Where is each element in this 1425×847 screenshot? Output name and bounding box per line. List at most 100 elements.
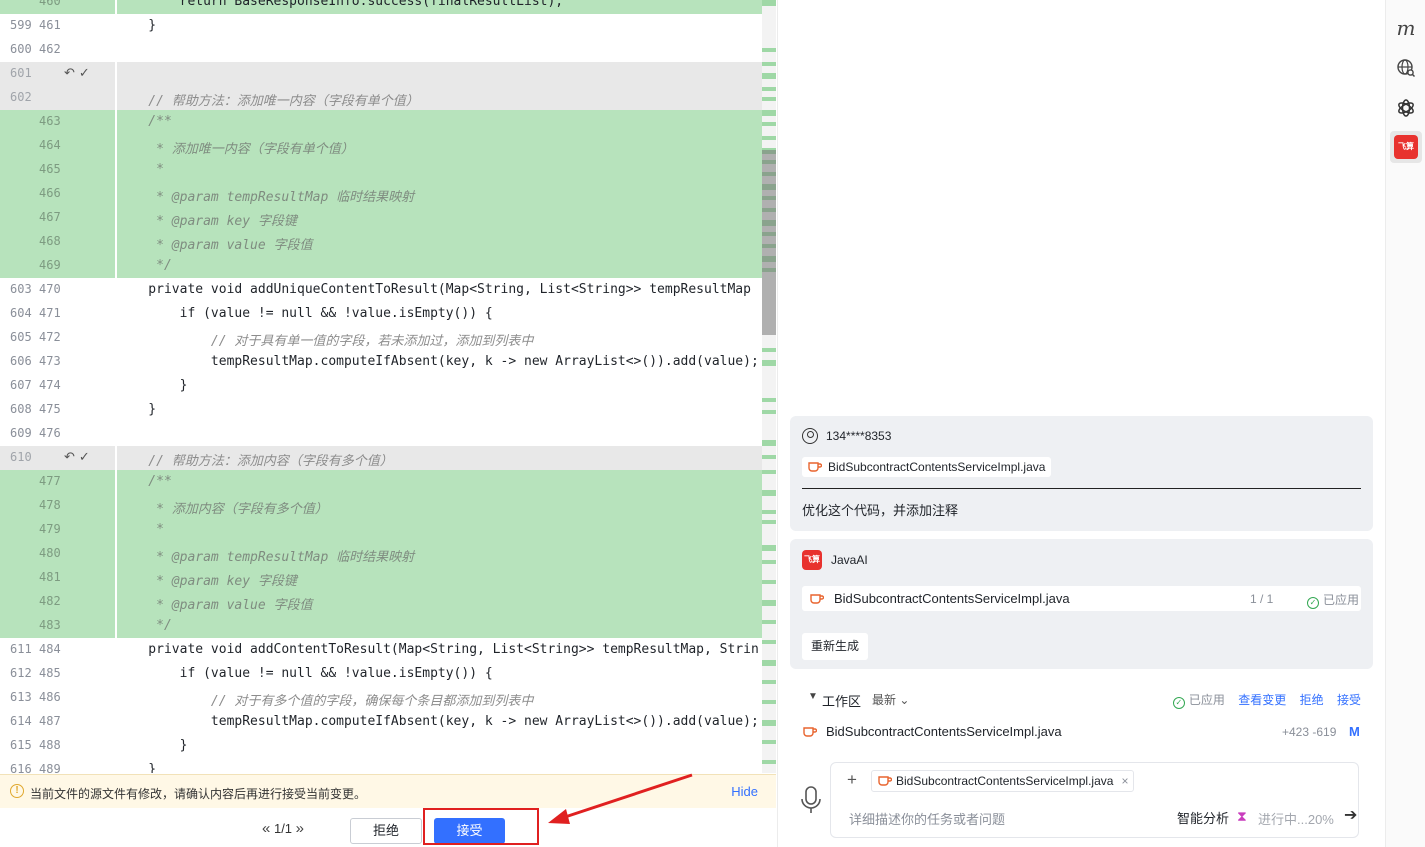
code-line[interactable]: * 添加内容（字段有多个值） [117, 494, 762, 518]
diff-row: 483 */ [0, 614, 776, 638]
workspace-reject-link[interactable]: 拒绝 [1300, 693, 1324, 707]
code-line[interactable]: private void addContentToResult(Map<Stri… [117, 638, 762, 662]
diff-row: 607 474 } [0, 374, 776, 398]
code-line[interactable]: * @param value 字段值 [117, 590, 762, 614]
workspace-applied-status: ✓ 已应用 [1172, 693, 1225, 709]
new-line-number: 461 [39, 18, 61, 32]
line-number-gutter: 460 [0, 0, 115, 14]
code-line[interactable]: // 对于具有单一值的字段，若未添加过，添加到列表中 [117, 326, 762, 350]
line-number-gutter: 464 [0, 134, 115, 158]
diff-row: 613 486 // 对于有多个值的字段，确保每个条目都添加到列表中 [0, 686, 776, 710]
diff-row: 603 470 private void addUniqueContentToRe… [0, 278, 776, 302]
plugin-rail: m 飞算 [1385, 0, 1425, 847]
code-line[interactable]: } [117, 398, 762, 422]
code-line[interactable]: * [117, 158, 762, 182]
ai-response-card: 飞算 JavaAI BidSubcontractContentsServiceI… [790, 539, 1373, 669]
code-text: * [117, 522, 164, 537]
old-line-number: 615 [10, 738, 32, 752]
mode-selector[interactable]: 智能分析 [1177, 808, 1229, 827]
code-line[interactable]: * @param tempResultMap 临时结果映射 [117, 182, 762, 206]
scrollbar-change-marker [762, 110, 776, 116]
workspace-title: 工作区 [822, 694, 862, 709]
code-line[interactable]: } [117, 374, 762, 398]
code-line[interactable]: // 对于有多个值的字段，确保每个条目都添加到列表中 [117, 686, 762, 710]
diff-row: 608 475 } [0, 398, 776, 422]
ai-changed-file[interactable]: BidSubcontractContentsServiceImpl.java 1… [802, 586, 1361, 611]
code-line[interactable]: if (value != null && !value.isEmpty()) { [117, 662, 762, 686]
workspace-accept-link[interactable]: 接受 [1337, 693, 1361, 707]
change-navigator: « 1/1 » [262, 820, 304, 837]
code-line[interactable]: return BaseResponseInfo.success(finalRes… [117, 0, 762, 14]
code-text: // 帮助方法：添加唯一内容（字段有单个值） [117, 94, 419, 109]
workspace-diff-stats: +423 -619 [1282, 725, 1337, 739]
code-line[interactable]: * @param value 字段值 [117, 230, 762, 254]
ai-file-name: BidSubcontractContentsServiceImpl.java [834, 591, 1070, 606]
code-line[interactable]: /** [117, 110, 762, 134]
m-icon[interactable]: m [1394, 16, 1418, 40]
hide-warning-link[interactable]: Hide [731, 784, 758, 799]
feisuan-icon[interactable]: 飞算 [1394, 135, 1418, 159]
line-number-gutter: 606 473 [0, 350, 115, 374]
code-line[interactable]: if (value != null && !value.isEmpty()) { [117, 302, 762, 326]
code-line[interactable]: * @param key 字段键 [117, 566, 762, 590]
add-context-icon[interactable]: + [847, 770, 857, 790]
user-file-name: BidSubcontractContentsServiceImpl.java [828, 460, 1046, 474]
globe-search-icon[interactable] [1394, 56, 1418, 80]
view-changes-link[interactable]: 查看变更 [1238, 693, 1286, 707]
old-line-number: 605 [10, 330, 32, 344]
code-line[interactable]: tempResultMap.computeIfAbsent(key, k -> … [117, 350, 762, 374]
old-line-number: 608 [10, 402, 32, 416]
remove-chip-icon[interactable]: × [1121, 771, 1128, 791]
old-line-number: 616 [10, 762, 32, 773]
code-line[interactable]: private void addUniqueContentToResult(Ma… [117, 278, 762, 302]
reject-button[interactable]: 拒绝 [350, 818, 422, 844]
chat-input-placeholder[interactable]: 详细描述你的任务或者问题 [849, 809, 1005, 828]
diff-editor[interactable]: 460 return BaseResponseInfo.success(fina… [0, 0, 776, 773]
scrollbar-thumb[interactable] [762, 150, 776, 335]
code-text: } [117, 738, 188, 753]
code-line[interactable]: * @param key 字段键 [117, 206, 762, 230]
code-line[interactable]: // 帮助方法：添加内容（字段有多个值） [117, 446, 762, 470]
new-line-number: 477 [39, 474, 61, 488]
revert-accept-actions[interactable]: ↶✓ [64, 450, 94, 465]
workspace-file-row[interactable]: BidSubcontractContentsServiceImpl.java +… [790, 719, 1373, 745]
code-line[interactable] [117, 38, 762, 62]
code-line[interactable]: * 添加唯一内容（字段有单个值） [117, 134, 762, 158]
java-file-icon [878, 776, 892, 786]
next-change-icon[interactable]: » [296, 820, 304, 837]
code-line[interactable]: * [117, 518, 762, 542]
regenerate-button[interactable]: 重新生成 [802, 633, 868, 660]
diff-scrollbar[interactable] [762, 0, 776, 773]
line-number-gutter: 481 [0, 566, 115, 590]
send-arrow-icon[interactable]: ➔ [1344, 805, 1357, 825]
openai-icon[interactable] [1394, 96, 1418, 120]
code-line[interactable]: * @param tempResultMap 临时结果映射 [117, 542, 762, 566]
hourglass-icon: ⧗ [1237, 808, 1247, 824]
code-line[interactable] [117, 422, 762, 446]
code-line[interactable]: // 帮助方法：添加唯一内容（字段有单个值） [117, 86, 762, 110]
code-line[interactable]: } [117, 14, 762, 38]
chat-input-box[interactable]: + BidSubcontractContentsServiceImpl.java… [830, 762, 1359, 838]
code-line[interactable]: */ [117, 614, 762, 638]
previous-change-icon[interactable]: « [262, 820, 270, 837]
sort-dropdown[interactable]: 最新 ⌄ [872, 691, 909, 708]
code-text: private void addContentToResult(Map<Stri… [117, 642, 759, 657]
code-line[interactable] [117, 62, 762, 86]
collapse-chevron-icon[interactable]: ▼ [808, 691, 818, 702]
code-line[interactable]: /** [117, 470, 762, 494]
new-line-number: 479 [39, 522, 61, 536]
code-text: * @param key 字段键 [117, 574, 297, 589]
line-number-gutter: 614 487 [0, 710, 115, 734]
code-line[interactable]: } [117, 734, 762, 758]
scrollbar-change-marker [762, 410, 776, 414]
new-line-number: 463 [39, 114, 61, 128]
code-line[interactable]: */ [117, 254, 762, 278]
user-file-reference[interactable]: BidSubcontractContentsServiceImpl.java [802, 457, 1052, 477]
context-file-chip[interactable]: BidSubcontractContentsServiceImpl.java × [871, 770, 1135, 792]
scrollbar-change-marker [762, 398, 776, 402]
revert-accept-actions[interactable]: ↶✓ [64, 66, 94, 81]
scrollbar-change-marker [762, 660, 776, 666]
microphone-icon[interactable] [800, 785, 822, 815]
code-text: } [117, 18, 157, 33]
code-line[interactable]: tempResultMap.computeIfAbsent(key, k -> … [117, 710, 762, 734]
